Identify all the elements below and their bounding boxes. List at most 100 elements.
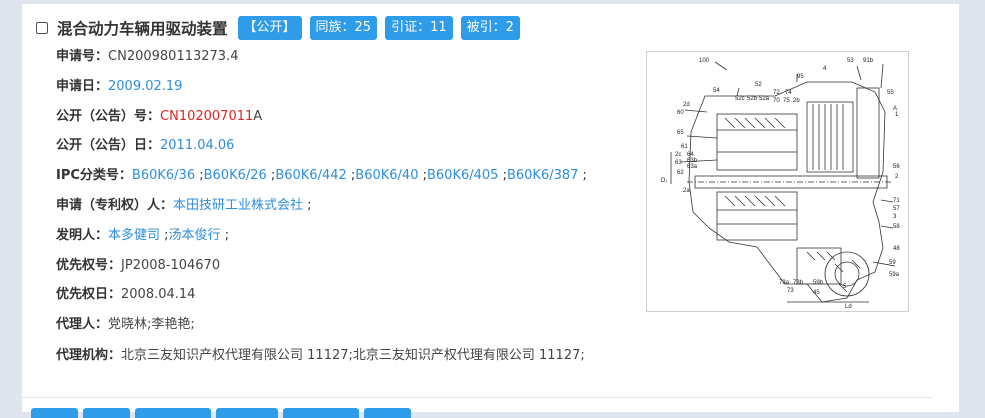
- priority-number: JP2008-104670: [121, 257, 221, 273]
- patent-drawing-thumbnail[interactable]: 100 53 91b 4 95 55 54 52 72 74 A 52c 52b…: [646, 51, 909, 312]
- applicant-row: 申请（专利权）人：本田技研工业株式会社 ;: [56, 197, 312, 213]
- drawing-label: 52a: [759, 96, 770, 102]
- ipc-link[interactable]: B60K6/36: [132, 168, 195, 183]
- drawing-label: 75: [783, 98, 790, 104]
- ipc-link[interactable]: B60K6/387: [507, 168, 578, 183]
- drawing-label: 59b: [813, 280, 824, 286]
- ipc-link[interactable]: B60K6/442: [275, 168, 346, 183]
- drawing-label: 70: [773, 98, 780, 104]
- field-label: IPC分类号：: [56, 168, 132, 184]
- drawing-label: 53: [847, 58, 854, 64]
- agency-value: 北京三友知识产权代理有限公司 11127;北京三友知识产权代理有限公司 1112…: [121, 347, 585, 363]
- application-date-row: 申请日：2009.02.19: [56, 72, 616, 102]
- patent-record-card: 混合动力车辆用驱动装置 【公开】 同族：25 引证：11 被引：2 申请号：CN…: [21, 3, 960, 418]
- drawing-label: 65: [677, 130, 684, 136]
- select-checkbox[interactable]: [36, 22, 48, 34]
- priority-number-row: 优先权号：JP2008-104670: [56, 251, 616, 281]
- drawing-label: 52b: [747, 96, 758, 102]
- drawing-label: 1: [895, 112, 899, 118]
- drawing-label: 73: [787, 288, 794, 294]
- action-button-bar: [31, 408, 416, 418]
- field-label: 公开（公告）日：: [56, 138, 161, 154]
- drawing-label: 59a: [889, 272, 900, 278]
- publication-date-link[interactable]: 2011.04.06: [160, 138, 234, 153]
- drawing-label: 45: [813, 290, 820, 296]
- drawing-label: 57: [893, 206, 900, 212]
- drawing-label: 4: [823, 66, 827, 72]
- drawing-label: 60: [677, 110, 684, 116]
- status-tag[interactable]: 【公开】: [237, 16, 302, 40]
- drawing-label: 59: [889, 260, 896, 266]
- application-number: CN200980113273.4: [108, 49, 239, 64]
- field-label: 优先权号：: [56, 257, 122, 273]
- cited-by-tag[interactable]: 被引：2: [460, 16, 520, 40]
- agent-row: 代理人：党晓林;李艳艳;: [56, 310, 616, 340]
- publication-date-row: 公开（公告）日：2011.04.06: [56, 131, 616, 161]
- action-button[interactable]: [135, 408, 211, 418]
- drawing-label: 71: [893, 198, 900, 204]
- title-row: 混合动力车辆用驱动装置 【公开】 同族：25 引证：11 被引：2: [36, 16, 528, 40]
- drawing-label: 48: [893, 246, 900, 252]
- drawing-label: 95: [797, 74, 804, 80]
- drawing-label: 52c: [735, 96, 745, 102]
- inventor-row: 发明人：本多健司 ;汤本俊行 ;: [56, 227, 230, 243]
- publication-number-row: 公开（公告）号：CN102007011A: [56, 102, 616, 132]
- field-label: 申请（专利权）人：: [56, 197, 174, 213]
- drawing-label: 2: [895, 174, 899, 180]
- drawing-label: 72: [773, 90, 780, 96]
- application-date-link[interactable]: 2009.02.19: [108, 79, 182, 94]
- ipc-row: IPC分类号：B60K6/36 ;B60K6/26 ;B60K6/442 ;B6…: [56, 168, 587, 184]
- drawing-label: Ld: [845, 304, 852, 310]
- application-number-row: 申请号：CN200980113273.4: [56, 42, 616, 72]
- drawing-label: 73b: [793, 280, 804, 286]
- field-label: 公开（公告）号：: [56, 108, 161, 124]
- field-label: 优先权日：: [56, 287, 122, 303]
- inventor-link[interactable]: 汤本俊行: [169, 228, 221, 243]
- drawing-label: 91b: [863, 58, 874, 64]
- action-button[interactable]: [283, 408, 359, 418]
- drawing-label: 63: [675, 160, 682, 166]
- applicant-link[interactable]: 本田技研工业株式会社: [173, 198, 303, 213]
- agent-value: 党晓林;李艳艳;: [108, 317, 195, 333]
- ipc-link[interactable]: B60K6/26: [204, 168, 267, 183]
- drawing-label: 5: [843, 284, 847, 290]
- drawing-label: 3: [893, 214, 897, 220]
- priority-date: 2008.04.14: [121, 287, 196, 303]
- drawing-label: 2d: [683, 102, 690, 108]
- drawing-label: 2c: [675, 152, 681, 158]
- agency-row: 代理机构：北京三友知识产权代理有限公司 11127;北京三友知识产权代理有限公司…: [56, 340, 616, 368]
- action-button[interactable]: [364, 408, 411, 418]
- drawing-label: 74: [785, 90, 792, 96]
- drawing-label: 55: [887, 90, 894, 96]
- action-button[interactable]: [31, 408, 78, 418]
- drawing-label: 100: [699, 58, 710, 64]
- inventor-link[interactable]: 本多健司: [108, 228, 160, 243]
- drawing-label: 2b: [793, 98, 800, 104]
- patent-fields: 申请号：CN200980113273.4 申请日：2009.02.19 公开（公…: [56, 42, 616, 368]
- drawing-label: 73a: [779, 280, 790, 286]
- publication-number-link[interactable]: CN102007011: [160, 109, 253, 124]
- drawing-label: 56: [893, 164, 900, 170]
- priority-date-row: 优先权日：2008.04.14: [56, 280, 616, 310]
- divider: [22, 397, 932, 398]
- drawing-label: 52: [755, 82, 762, 88]
- citations-tag[interactable]: 引证：11: [385, 16, 453, 40]
- drawing-label: 62: [677, 170, 684, 176]
- field-label: 代理人：: [56, 317, 109, 333]
- drawing-label: 54: [713, 88, 720, 94]
- action-button[interactable]: [83, 408, 130, 418]
- field-label: 发明人：: [56, 227, 109, 243]
- drawing-label: 2a: [683, 188, 690, 194]
- drawing-label: 63a: [687, 164, 698, 170]
- ipc-link[interactable]: B60K6/40: [355, 168, 418, 183]
- field-label: 代理机构：: [56, 347, 122, 363]
- drawing-label: D₁: [661, 178, 667, 184]
- drawing-label: 61: [681, 144, 688, 150]
- ipc-link[interactable]: B60K6/405: [427, 168, 498, 183]
- field-label: 申请号：: [56, 49, 109, 64]
- publication-kind-code: A: [253, 108, 263, 124]
- patent-title[interactable]: 混合动力车辆用驱动装置: [57, 17, 228, 39]
- drawing-label: 58: [893, 224, 900, 230]
- action-button[interactable]: [216, 408, 278, 418]
- family-tag[interactable]: 同族：25: [309, 16, 378, 40]
